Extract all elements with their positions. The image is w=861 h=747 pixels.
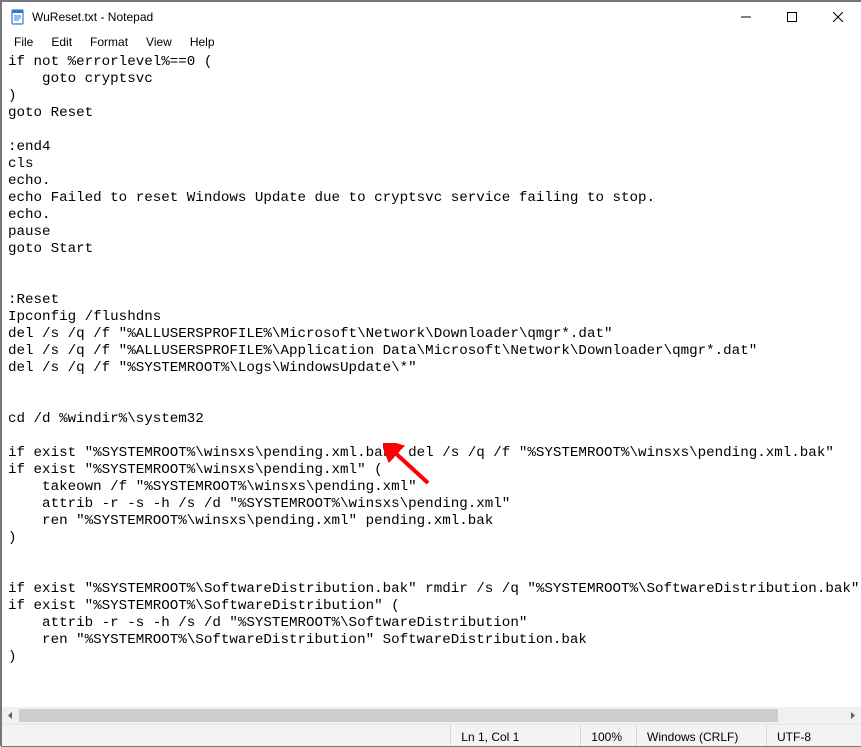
- horizontal-scrollbar[interactable]: [2, 707, 861, 724]
- text-editor[interactable]: if not %errorlevel%==0 ( goto cryptsvc )…: [2, 52, 861, 707]
- close-button[interactable]: [815, 2, 861, 32]
- statusbar: Ln 1, Col 1 100% Windows (CRLF) UTF-8: [2, 724, 861, 746]
- menu-edit[interactable]: Edit: [43, 33, 80, 51]
- menu-help[interactable]: Help: [182, 33, 223, 51]
- editor-area: if not %errorlevel%==0 ( goto cryptsvc )…: [2, 52, 861, 724]
- scroll-left-button[interactable]: [2, 707, 19, 724]
- status-eol: Windows (CRLF): [636, 725, 766, 746]
- scroll-track[interactable]: [19, 707, 844, 724]
- scroll-right-button[interactable]: [844, 707, 861, 724]
- status-spacer: [2, 725, 450, 746]
- scroll-thumb[interactable]: [19, 709, 778, 722]
- status-caret: Ln 1, Col 1: [450, 725, 580, 746]
- titlebar: WuReset.txt - Notepad: [2, 2, 861, 32]
- menu-file[interactable]: File: [6, 33, 41, 51]
- menu-format[interactable]: Format: [82, 33, 136, 51]
- minimize-button[interactable]: [723, 2, 769, 32]
- window-title: WuReset.txt - Notepad: [32, 10, 153, 24]
- status-zoom: 100%: [580, 725, 636, 746]
- status-encoding: UTF-8: [766, 725, 861, 746]
- window-buttons: [723, 2, 861, 32]
- menubar: File Edit Format View Help: [2, 32, 861, 52]
- menu-view[interactable]: View: [138, 33, 180, 51]
- notepad-app-icon: [10, 9, 26, 25]
- maximize-button[interactable]: [769, 2, 815, 32]
